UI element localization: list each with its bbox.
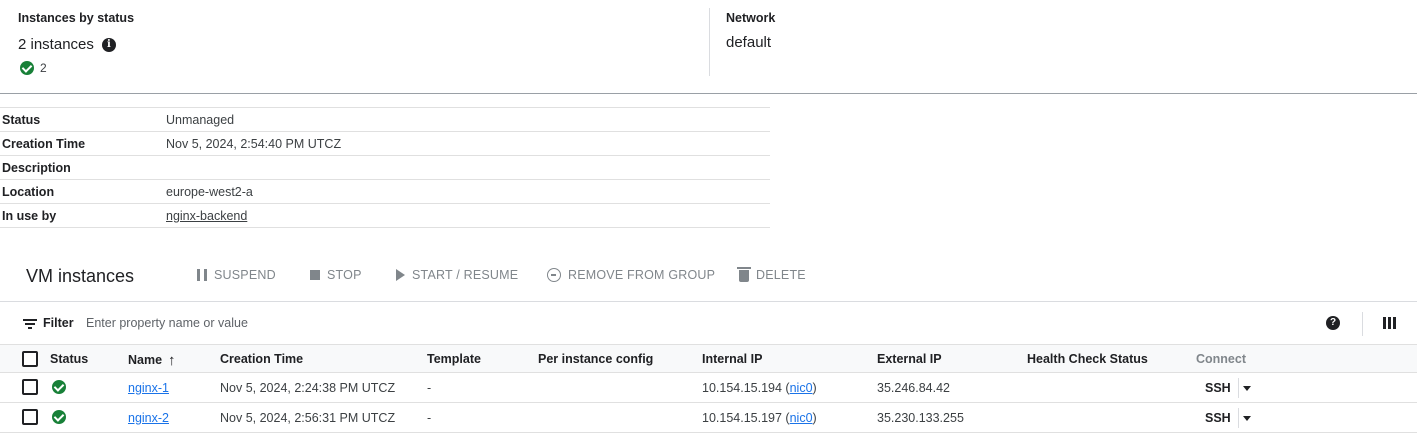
table-row: nginx-2 Nov 5, 2024, 2:56:31 PM UTCZ - 1… (0, 403, 1417, 433)
delete-button[interactable]: DELETE (737, 267, 806, 282)
column-header-internal-ip: Internal IP (702, 352, 763, 366)
start-resume-label: START / RESUME (412, 268, 519, 282)
ssh-dropdown-divider (1238, 408, 1239, 428)
check-circle-icon (52, 380, 66, 394)
ssh-dropdown-caret-icon[interactable] (1243, 386, 1251, 391)
detail-key: Description (2, 161, 71, 175)
delete-label: DELETE (756, 268, 806, 282)
detail-key: Location (2, 185, 55, 199)
ssh-dropdown-divider (1238, 378, 1239, 398)
remove-circle-icon (547, 268, 561, 282)
column-header-connect: Connect (1196, 352, 1246, 366)
instance-name-link[interactable]: nginx-2 (128, 411, 169, 425)
info-icon[interactable]: i (101, 37, 116, 52)
sort-arrow-up-icon: ↑ (168, 352, 176, 369)
vm-instances-title: VM instances (26, 266, 135, 286)
network-value: default (726, 34, 772, 51)
detail-row-description: Description (0, 156, 770, 180)
play-icon (396, 269, 405, 281)
column-header-name-label: Name (128, 353, 163, 367)
nic-link[interactable]: nic0 (790, 411, 813, 425)
creation-time: Nov 5, 2024, 2:24:38 PM UTCZ (220, 381, 396, 395)
template: - (427, 381, 432, 395)
check-circle-icon (20, 61, 34, 75)
table-header: Status Name ↑ Creation Time Template Per … (0, 344, 1417, 373)
column-header-template: Template (427, 352, 481, 366)
filter-input[interactable] (86, 313, 586, 333)
column-header-status: Status (50, 352, 89, 366)
pause-icon (197, 269, 207, 281)
stop-button[interactable]: STOP (310, 268, 362, 282)
detail-key: In use by (2, 209, 57, 223)
detail-row-location: Location europe-west2-a (0, 180, 770, 204)
column-display-options-icon[interactable] (1383, 317, 1396, 329)
running-status-count: 2 (20, 61, 47, 75)
column-header-name[interactable]: Name ↑ (128, 352, 176, 369)
creation-time: Nov 5, 2024, 2:56:31 PM UTCZ (220, 411, 396, 425)
external-ip: 35.230.133.255 (877, 411, 964, 425)
template: - (427, 411, 432, 425)
detail-row-in-use-by: In use by nginx-backend (0, 204, 770, 228)
summary-divider (709, 8, 710, 76)
remove-from-group-button[interactable]: REMOVE FROM GROUP (547, 268, 715, 282)
table-row: nginx-1 Nov 5, 2024, 2:24:38 PM UTCZ - 1… (0, 373, 1417, 403)
remove-from-group-label: REMOVE FROM GROUP (568, 268, 716, 282)
internal-ip-value: 10.154.15.194 (702, 381, 782, 395)
detail-value: Unmanaged (166, 113, 235, 127)
stop-icon (310, 270, 320, 280)
detail-key: Status (2, 113, 41, 127)
external-ip: 35.246.84.42 (877, 381, 950, 395)
detail-key: Creation Time (2, 137, 86, 151)
select-all-checkbox[interactable] (22, 351, 38, 367)
instances-count-text: 2 instances (18, 36, 94, 53)
column-header-external-ip: External IP (877, 352, 942, 366)
instance-name-link[interactable]: nginx-1 (128, 381, 169, 395)
stop-label: STOP (327, 268, 362, 282)
column-header-per-instance-config: Per instance config (538, 352, 654, 366)
filter-bar: Filter ? (0, 302, 1417, 344)
filter-icon (23, 319, 37, 329)
suspend-button[interactable]: SUSPEND (197, 268, 276, 282)
instances-by-status-label: Instances by status (18, 11, 135, 25)
check-circle-icon (52, 410, 66, 424)
detail-value: Nov 5, 2024, 2:54:40 PM UTCZ (166, 137, 342, 151)
ssh-button[interactable]: SSH (1205, 381, 1231, 395)
instances-count: 2 instances i (18, 36, 116, 53)
row-checkbox[interactable] (22, 409, 38, 425)
help-icon[interactable]: ? (1326, 316, 1340, 330)
running-count: 2 (40, 61, 47, 75)
row-checkbox[interactable] (22, 379, 38, 395)
ssh-dropdown-caret-icon[interactable] (1243, 416, 1251, 421)
column-header-health-check-status: Health Check Status (1027, 352, 1148, 366)
backend-link[interactable]: nginx-backend (166, 209, 247, 223)
column-header-creation-time: Creation Time (220, 352, 304, 366)
internal-ip: 10.154.15.197 (nic0) (702, 411, 817, 425)
internal-ip: 10.154.15.194 (nic0) (702, 381, 817, 395)
internal-ip-value: 10.154.15.197 (702, 411, 782, 425)
filter-bar-divider (1362, 312, 1363, 336)
detail-value: europe-west2-a (166, 185, 253, 199)
detail-row-creation-time: Creation Time Nov 5, 2024, 2:54:40 PM UT… (0, 132, 770, 156)
network-label: Network (726, 11, 776, 25)
ssh-button[interactable]: SSH (1205, 411, 1231, 425)
suspend-label: SUSPEND (214, 268, 276, 282)
section-divider (0, 93, 1417, 94)
nic-link[interactable]: nic0 (790, 381, 813, 395)
start-resume-button[interactable]: START / RESUME (396, 268, 518, 282)
detail-row-status: Status Unmanaged (0, 108, 770, 132)
filter-label: Filter (43, 316, 74, 330)
trash-icon (737, 267, 751, 282)
